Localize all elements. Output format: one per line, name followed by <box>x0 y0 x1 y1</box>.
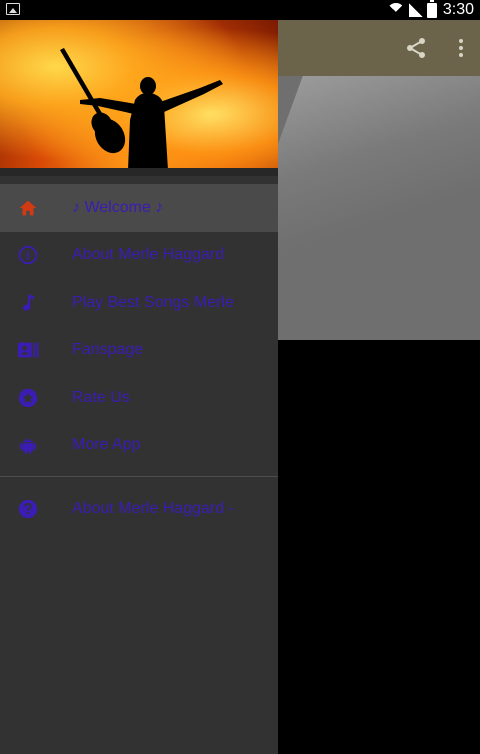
contact-card-icon <box>17 342 39 358</box>
menu-item-label: About Merle Haggard - <box>72 500 234 517</box>
help-circle-icon <box>18 499 38 519</box>
menu-item-fanspage[interactable]: Fanspage <box>0 327 278 375</box>
guitarist-silhouette <box>60 48 223 170</box>
screen: 3:30 ongs ggard <box>0 0 480 754</box>
menu-item-rate-us[interactable]: Rate Us <box>0 374 278 422</box>
menu-divider <box>0 476 278 477</box>
status-bar: 3:30 <box>0 0 480 20</box>
menu-item-label: Rate Us <box>72 388 130 406</box>
menu-item-about-extra[interactable]: About Merle Haggard - <box>0 485 278 533</box>
wifi-icon <box>386 3 405 17</box>
status-icons: 3:30 <box>386 0 474 20</box>
menu-item-label: More App <box>72 436 141 454</box>
status-time: 3:30 <box>442 1 474 18</box>
star-circle-icon <box>18 388 38 407</box>
navigation-drawer: ♪ Welcome ♪ About Merle Haggard Play Bes… <box>0 20 278 754</box>
signal-icon <box>408 3 423 17</box>
drawer-header-image <box>0 20 278 176</box>
battery-icon <box>426 0 437 18</box>
drawer-menu: ♪ Welcome ♪ About Merle Haggard Play Bes… <box>0 184 278 533</box>
menu-item-label: Fanspage <box>72 341 144 359</box>
menu-item-welcome[interactable]: ♪ Welcome ♪ <box>0 184 278 232</box>
menu-item-label: Play Best Songs Merle <box>72 293 234 311</box>
music-note-icon <box>22 294 35 311</box>
picture-notification-icon <box>6 3 20 15</box>
home-icon <box>19 200 37 216</box>
android-icon <box>19 439 37 455</box>
menu-item-play-songs[interactable]: Play Best Songs Merle <box>0 279 278 327</box>
menu-item-about[interactable]: About Merle Haggard <box>0 232 278 280</box>
info-icon <box>18 246 38 265</box>
menu-item-more-app[interactable]: More App <box>0 422 278 470</box>
menu-item-label: ♪ Welcome ♪ <box>72 198 164 216</box>
menu-item-label: About Merle Haggard <box>72 246 225 264</box>
